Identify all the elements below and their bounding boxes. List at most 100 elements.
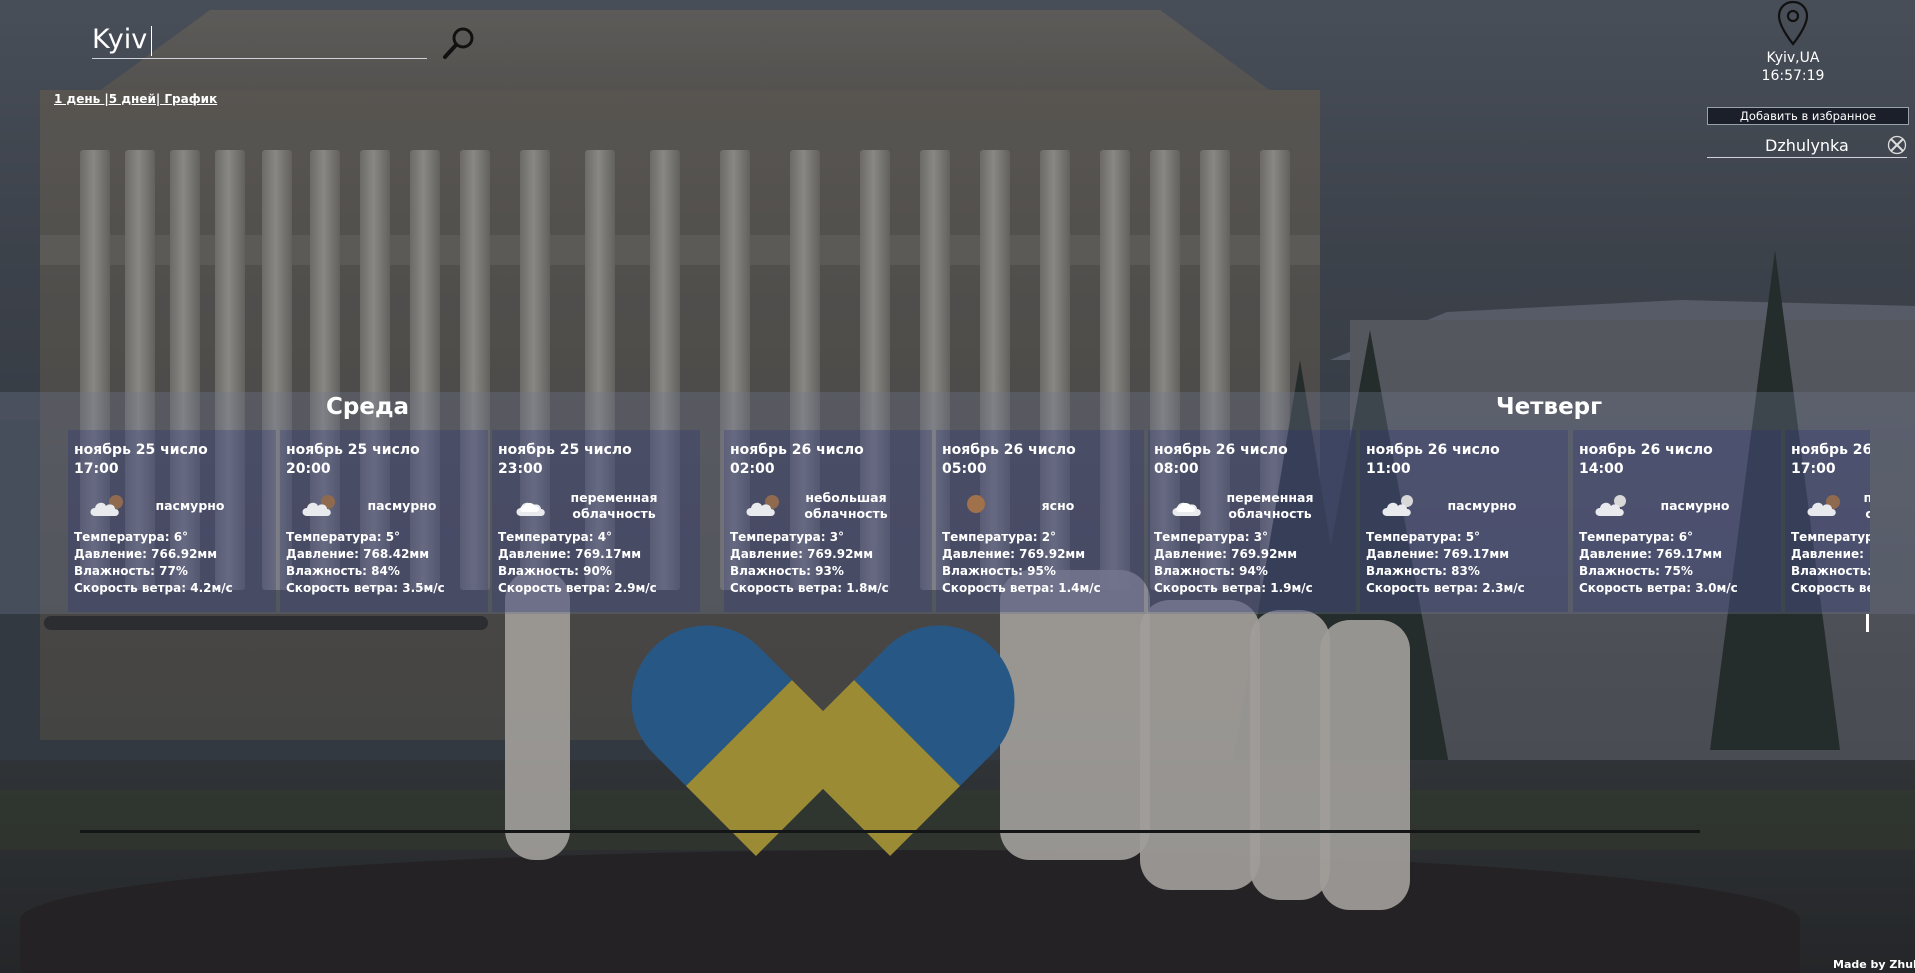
forecast-humidity: Влажность: 95%	[942, 564, 1056, 578]
moon-icon	[967, 495, 985, 513]
forecast-pressure: Давление: 769.17мм	[1366, 547, 1510, 561]
forecast-temp: Температура:	[1791, 530, 1870, 544]
forecast-wind: Скорость ветра: 2.9м/с	[498, 581, 657, 595]
forecast-time: 17:00	[1791, 461, 1836, 477]
forecast-time: 08:00	[1154, 461, 1199, 477]
forecast-condition: переменная облачность	[1226, 490, 1314, 521]
forecast-humidity: Влажность: 93%	[730, 564, 844, 578]
forecast-wind: Скорость ветра: 2.3м/с	[1366, 581, 1525, 595]
text-caret	[151, 26, 152, 56]
forecast-wind: Скорость ветра: 4.2м/с	[74, 581, 233, 595]
forecast-humidity: Влажность:	[1791, 564, 1870, 578]
forecast-date: ноябрь 26 число	[730, 442, 864, 458]
forecast-date: ноябрь 26 число	[1579, 442, 1713, 458]
favorite-item[interactable]: Dzhulynka	[1707, 133, 1907, 158]
forecast-temp: Температура: 6°	[74, 530, 189, 544]
forecast-condition: пасмурно	[155, 498, 225, 513]
forecast-pressure: Давление: 769.92мм	[730, 547, 874, 561]
location-name: Kyiv,UA	[1766, 50, 1820, 66]
forecast-date: ноябрь 25 число	[498, 442, 632, 458]
forecast-condition: переменная облачность	[1863, 490, 1871, 521]
forecast-date: ноябрь 25 число	[286, 442, 420, 458]
search-field[interactable]	[92, 22, 427, 59]
forecast-card: ноябрь 26 число 02:00 небольшая облачность…	[724, 430, 932, 612]
forecast-temp: Температура: 5°	[1366, 530, 1481, 544]
forecast-datetime: ноябрь 26 число 11:00	[1366, 441, 1500, 479]
map-pin-icon	[1777, 0, 1809, 46]
forecast-condition: ясно	[1041, 498, 1075, 513]
forecast-time: 14:00	[1579, 461, 1624, 477]
search-input[interactable]	[92, 22, 427, 56]
view-links[interactable]: 1 день |5 дней| График	[54, 92, 217, 106]
forecast-datetime: ноябрь 26 число 17:00	[1791, 441, 1870, 479]
forecast-time: 02:00	[730, 461, 775, 477]
forecast-date: ноябрь 26 число	[1154, 442, 1288, 458]
forecast-condition: небольшая облачность	[804, 490, 888, 521]
forecast-stats: Температура: Давление: Влажность: Скорос…	[1791, 529, 1870, 597]
current-location: Kyiv,UA 16:57:19	[1748, 0, 1838, 84]
cloud-sun-icon	[1595, 495, 1626, 516]
forecast-card: ноябрь 26 число 08:00 переменная облачност…	[1148, 430, 1356, 612]
forecast-card: ноябрь 25 число 17:00 пасмурно Температура:…	[68, 430, 276, 612]
forecast-temp: Температура: 6°	[1579, 530, 1694, 544]
cloud-moon-icon	[1807, 495, 1840, 516]
forecast-pressure: Давление: 769.17мм	[1579, 547, 1723, 561]
forecast-temp: Температура: 3°	[730, 530, 845, 544]
forecast-wind: Скорость ветра: 1.9м/с	[1154, 581, 1313, 595]
forecast-condition: пасмурно	[1660, 498, 1730, 513]
forecast-condition: пасмурно	[1447, 498, 1517, 513]
forecast-card: ноябрь 25 число 23:00 переменная облачност…	[492, 430, 700, 612]
forecast-pressure: Давление: 768.42мм	[286, 547, 430, 561]
forecast-humidity: Влажность: 77%	[74, 564, 188, 578]
forecast-temp: Температура: 2°	[942, 530, 1057, 544]
forecast-datetime: ноябрь 25 число 23:00	[498, 441, 632, 479]
add-to-favorites-button[interactable]: Добавить в избранное	[1707, 107, 1909, 125]
cloud-moon-icon	[302, 495, 335, 516]
forecast-wind: Скорость ветра: 1.8м/с	[730, 581, 889, 595]
forecast-datetime: ноябрь 25 число 17:00	[74, 441, 208, 479]
forecast-time: 23:00	[498, 461, 543, 477]
cloud-moon-icon	[746, 495, 779, 516]
favorite-item-label[interactable]: Dzhulynka	[1765, 136, 1849, 155]
forecast-condition: пасмурно	[367, 498, 437, 513]
forecast-humidity: Влажность: 94%	[1154, 564, 1268, 578]
forecast-datetime: ноябрь 26 число 08:00	[1154, 441, 1288, 479]
cloud-icon	[1172, 502, 1201, 516]
forecast-stats: Температура: 5° Давление: 768.42мм Влажнос…	[286, 529, 445, 597]
forecast-datetime: ноябрь 26 число 14:00	[1579, 441, 1713, 479]
forecast-date: ноябрь 26 число	[1791, 442, 1870, 458]
forecast-stats: Температура: 5° Давление: 769.17мм Влажнос…	[1366, 529, 1525, 597]
forecast-stats: Температура: 3° Давление: 769.92мм Влажнос…	[1154, 529, 1313, 597]
forecast-stats: Температура: 6° Давление: 769.17мм Влажнос…	[1579, 529, 1738, 597]
forecast-condition: переменная облачность	[570, 490, 658, 521]
search-icon[interactable]	[442, 26, 476, 60]
forecast-humidity: Влажность: 75%	[1579, 564, 1693, 578]
forecast-scrollbar[interactable]	[44, 616, 488, 630]
forecast-card: ноябрь 25 число 20:00 пасмурно Температура:…	[280, 430, 488, 612]
forecast-pressure: Давление: 769.92мм	[942, 547, 1086, 561]
cloud-moon-icon	[90, 495, 123, 516]
forecast-datetime: ноябрь 26 число 05:00	[942, 441, 1076, 479]
forecast-card: ноябрь 26 число 17:00 переменная облачност…	[1785, 430, 1870, 612]
forecast-humidity: Влажность: 83%	[1366, 564, 1480, 578]
forecast-temp: Температура: 3°	[1154, 530, 1269, 544]
forecast-humidity: Влажность: 90%	[498, 564, 612, 578]
forecast-date: ноябрь 25 число	[74, 442, 208, 458]
close-icon[interactable]	[1887, 135, 1907, 155]
forecast-time: 05:00	[942, 461, 987, 477]
cloud-sun-icon	[1382, 495, 1413, 516]
forecast-date: ноябрь 26 число	[942, 442, 1076, 458]
forecast-wind: Скорость ветра: 3.5м/с	[286, 581, 445, 595]
forecast-cards[interactable]: ноябрь 25 число 17:00 пасмурно Температура:…	[0, 430, 1870, 612]
forecast-stats: Температура: 4° Давление: 769.17мм Влажнос…	[498, 529, 657, 597]
forecast-card: ноябрь 26 число 05:00 ясно Температура: 2° Д…	[936, 430, 1144, 612]
forecast-datetime: ноябрь 26 число 02:00	[730, 441, 864, 479]
cloud-icon	[516, 502, 545, 516]
forecast-card: ноябрь 26 число 14:00 пасмурно Температура:…	[1573, 430, 1781, 612]
forecast-pressure: Давление: 769.17мм	[498, 547, 642, 561]
forecast-temp: Температура: 4°	[498, 530, 613, 544]
forecast-time: 11:00	[1366, 461, 1411, 477]
day-title-wednesday: Среда	[326, 394, 410, 420]
day-title-thursday: Четверг	[1496, 394, 1603, 420]
scroll-marker	[1866, 614, 1869, 632]
